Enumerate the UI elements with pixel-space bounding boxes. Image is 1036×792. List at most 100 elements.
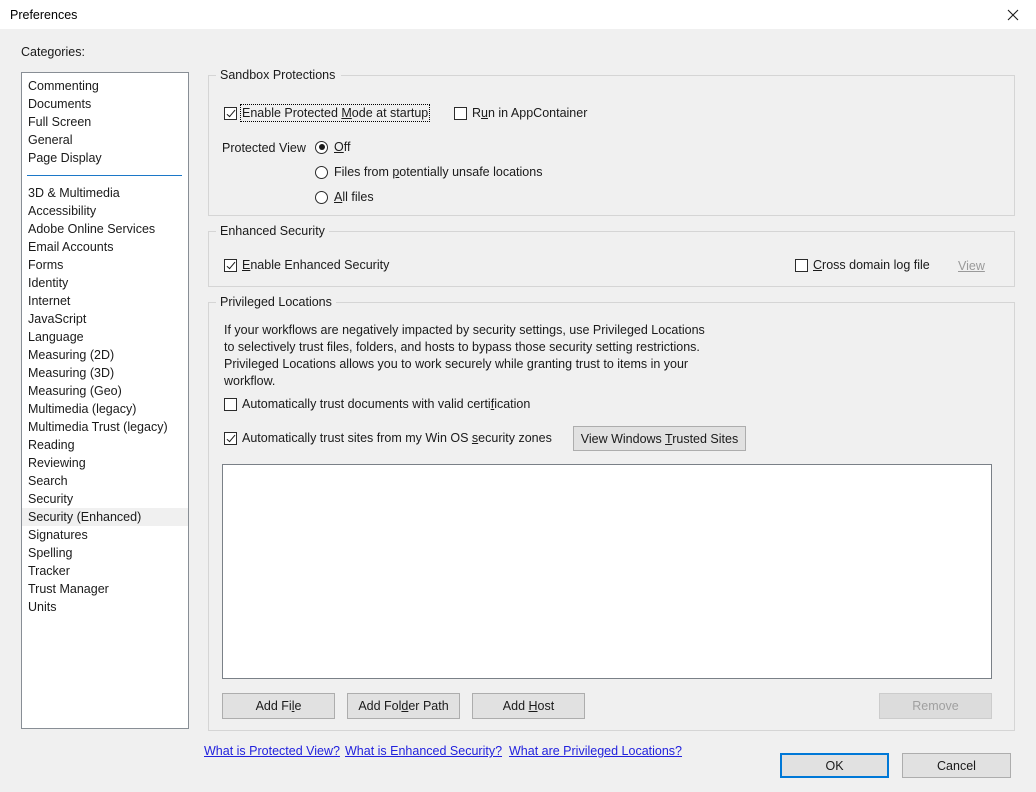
enable-protected-mode-label: Enable Protected Mode at startup [239, 104, 431, 122]
sidebar-item-language[interactable]: Language [22, 328, 188, 346]
ok-label: OK [825, 758, 844, 773]
sidebar-item-documents[interactable]: Documents [22, 95, 188, 113]
sidebar-item-identity[interactable]: Identity [22, 274, 188, 292]
sidebar-item-label: Multimedia Trust (legacy) [28, 420, 168, 434]
auto-trust-documents-label: Automatically trust documents with valid… [242, 397, 531, 411]
protected-view-radio-all-files-label: All files [334, 190, 374, 204]
sidebar-item-adobe-online-services[interactable]: Adobe Online Services [22, 220, 188, 238]
sidebar-item-javascript[interactable]: JavaScript [22, 310, 188, 328]
sidebar-item-page-display[interactable]: Page Display [22, 149, 188, 167]
sidebar-item-accessibility[interactable]: Accessibility [22, 202, 188, 220]
sidebar-item-label: Signatures [28, 528, 88, 542]
cross-domain-log-file-label: Cross domain log file [813, 258, 930, 272]
add-host-label: Add Host [502, 699, 555, 713]
checkbox-box [224, 397, 237, 411]
sidebar-item-label: Language [28, 330, 84, 344]
remove-button[interactable]: Remove [879, 693, 992, 719]
sidebar-item-signatures[interactable]: Signatures [22, 526, 188, 544]
sidebar-item-reading[interactable]: Reading [22, 436, 188, 454]
sidebar-item-security-enhanced[interactable]: Security (Enhanced) [22, 508, 188, 526]
sidebar-item-label: Full Screen [28, 115, 92, 129]
close-icon[interactable] [990, 0, 1036, 29]
add-host-button[interactable]: Add Host [472, 693, 585, 719]
sidebar-item-multimedia-trust-legacy[interactable]: Multimedia Trust (legacy) [22, 418, 188, 436]
dialog-body: Categories: Commenting Documents Full Scre… [0, 29, 1036, 792]
add-file-label: Add File [255, 699, 302, 713]
run-in-appcontainer-label: Run in AppContainer [472, 106, 588, 120]
sidebar-item-label: Reviewing [28, 456, 86, 470]
sidebar-item-label: Trust Manager [28, 582, 109, 596]
sidebar-item-label: Identity [28, 276, 69, 290]
protected-view-radio-unsafe-locations[interactable]: Files from potentially unsafe locations [315, 165, 542, 179]
sidebar-item-label: Measuring (3D) [28, 366, 115, 380]
sidebar-item-measuring-geo[interactable]: Measuring (Geo) [22, 382, 188, 400]
sidebar-item-multimedia-legacy[interactable]: Multimedia (legacy) [22, 400, 188, 418]
enable-protected-mode-checkbox[interactable]: Enable Protected Mode at startup [224, 104, 431, 122]
sidebar-item-label: Security [28, 492, 74, 506]
sidebar-item-label: Commenting [28, 79, 99, 93]
run-in-appcontainer-checkbox[interactable]: Run in AppContainer [454, 106, 587, 120]
categories-label: Categories: [21, 45, 85, 59]
sidebar-item-general[interactable]: General [22, 131, 188, 149]
privileged-locations-description: If your workflows are negatively impacte… [224, 323, 705, 388]
add-folder-path-button[interactable]: Add Folder Path [347, 693, 460, 719]
link-what-are-privileged-locations[interactable]: What are Privileged Locations? [509, 744, 682, 758]
cross-domain-log-file-checkbox[interactable]: Cross domain log file [795, 258, 930, 272]
sidebar-item-label: General [28, 133, 73, 147]
sidebar-item-label: Adobe Online Services [28, 222, 156, 236]
sidebar-item-email-accounts[interactable]: Email Accounts [22, 238, 188, 256]
checkbox-box [224, 106, 237, 120]
protected-view-radio-all-files[interactable]: All files [315, 190, 374, 204]
sidebar-item-reviewing[interactable]: Reviewing [22, 454, 188, 472]
sidebar-item-label: Spelling [28, 546, 73, 560]
view-windows-trusted-sites-label: View Windows Trusted Sites [580, 431, 739, 446]
link-what-is-protected-view[interactable]: What is Protected View? [204, 744, 340, 758]
link-what-is-enhanced-security[interactable]: What is Enhanced Security? [345, 744, 502, 758]
view-windows-trusted-sites-button[interactable]: View Windows Trusted Sites [573, 426, 746, 451]
enhanced-security-legend: Enhanced Security [216, 224, 329, 238]
title-bar: Preferences [0, 0, 1036, 29]
sandbox-protections-legend: Sandbox Protections [216, 68, 340, 82]
sidebar-item-security[interactable]: Security [22, 490, 188, 508]
auto-trust-sites-checkbox[interactable]: Automatically trust sites from my Win OS… [224, 431, 552, 445]
sidebar-item-measuring-2d[interactable]: Measuring (2D) [22, 346, 188, 364]
auto-trust-documents-checkbox[interactable]: Automatically trust documents with valid… [224, 397, 530, 411]
add-folder-path-label: Add Folder Path [358, 699, 449, 713]
view-log-link[interactable]: View [958, 259, 985, 273]
sidebar-item-measuring-3d[interactable]: Measuring (3D) [22, 364, 188, 382]
sidebar-item-label: Internet [28, 294, 71, 308]
categories-group-secondary: 3D & Multimedia Accessibility Adobe Online… [22, 184, 188, 616]
sidebar-item-label: Multimedia (legacy) [28, 402, 137, 416]
sidebar-item-forms[interactable]: Forms [22, 256, 188, 274]
sidebar-item-search[interactable]: Search [22, 472, 188, 490]
sidebar-item-label: Search [28, 474, 68, 488]
sidebar-item-label: Reading [28, 438, 75, 452]
sidebar-item-label: Tracker [28, 564, 70, 578]
enable-enhanced-security-checkbox[interactable]: Enable Enhanced Security [224, 258, 389, 272]
radio-circle [315, 165, 328, 179]
protected-view-radio-off-label: Off [334, 140, 351, 154]
sidebar-item-label: Units [28, 600, 57, 614]
checkbox-box [795, 258, 808, 272]
ok-button[interactable]: OK [780, 753, 889, 778]
checkbox-box [224, 258, 237, 272]
cancel-button[interactable]: Cancel [902, 753, 1011, 778]
sidebar-item-internet[interactable]: Internet [22, 292, 188, 310]
sidebar-item-trust-manager[interactable]: Trust Manager [22, 580, 188, 598]
sidebar-item-spelling[interactable]: Spelling [22, 544, 188, 562]
sidebar-item-tracker[interactable]: Tracker [22, 562, 188, 580]
sidebar-item-full-screen[interactable]: Full Screen [22, 113, 188, 131]
privileged-locations-listbox[interactable] [222, 464, 992, 679]
sidebar-item-label: Email Accounts [28, 240, 114, 254]
privileged-locations-legend: Privileged Locations [216, 295, 336, 309]
sidebar-item-units[interactable]: Units [22, 598, 188, 616]
protected-view-radio-off[interactable]: Off [315, 140, 350, 154]
sidebar-item-label: Measuring (Geo) [28, 384, 122, 398]
window-title: Preferences [10, 7, 78, 22]
categories-listbox[interactable]: Commenting Documents Full Screen General Pag… [21, 72, 189, 729]
sidebar-item-commenting[interactable]: Commenting [22, 77, 188, 95]
sidebar-item-label: JavaScript [28, 312, 87, 326]
cancel-label: Cancel [937, 758, 976, 773]
add-file-button[interactable]: Add File [222, 693, 335, 719]
sidebar-item-3d-multimedia[interactable]: 3D & Multimedia [22, 184, 188, 202]
